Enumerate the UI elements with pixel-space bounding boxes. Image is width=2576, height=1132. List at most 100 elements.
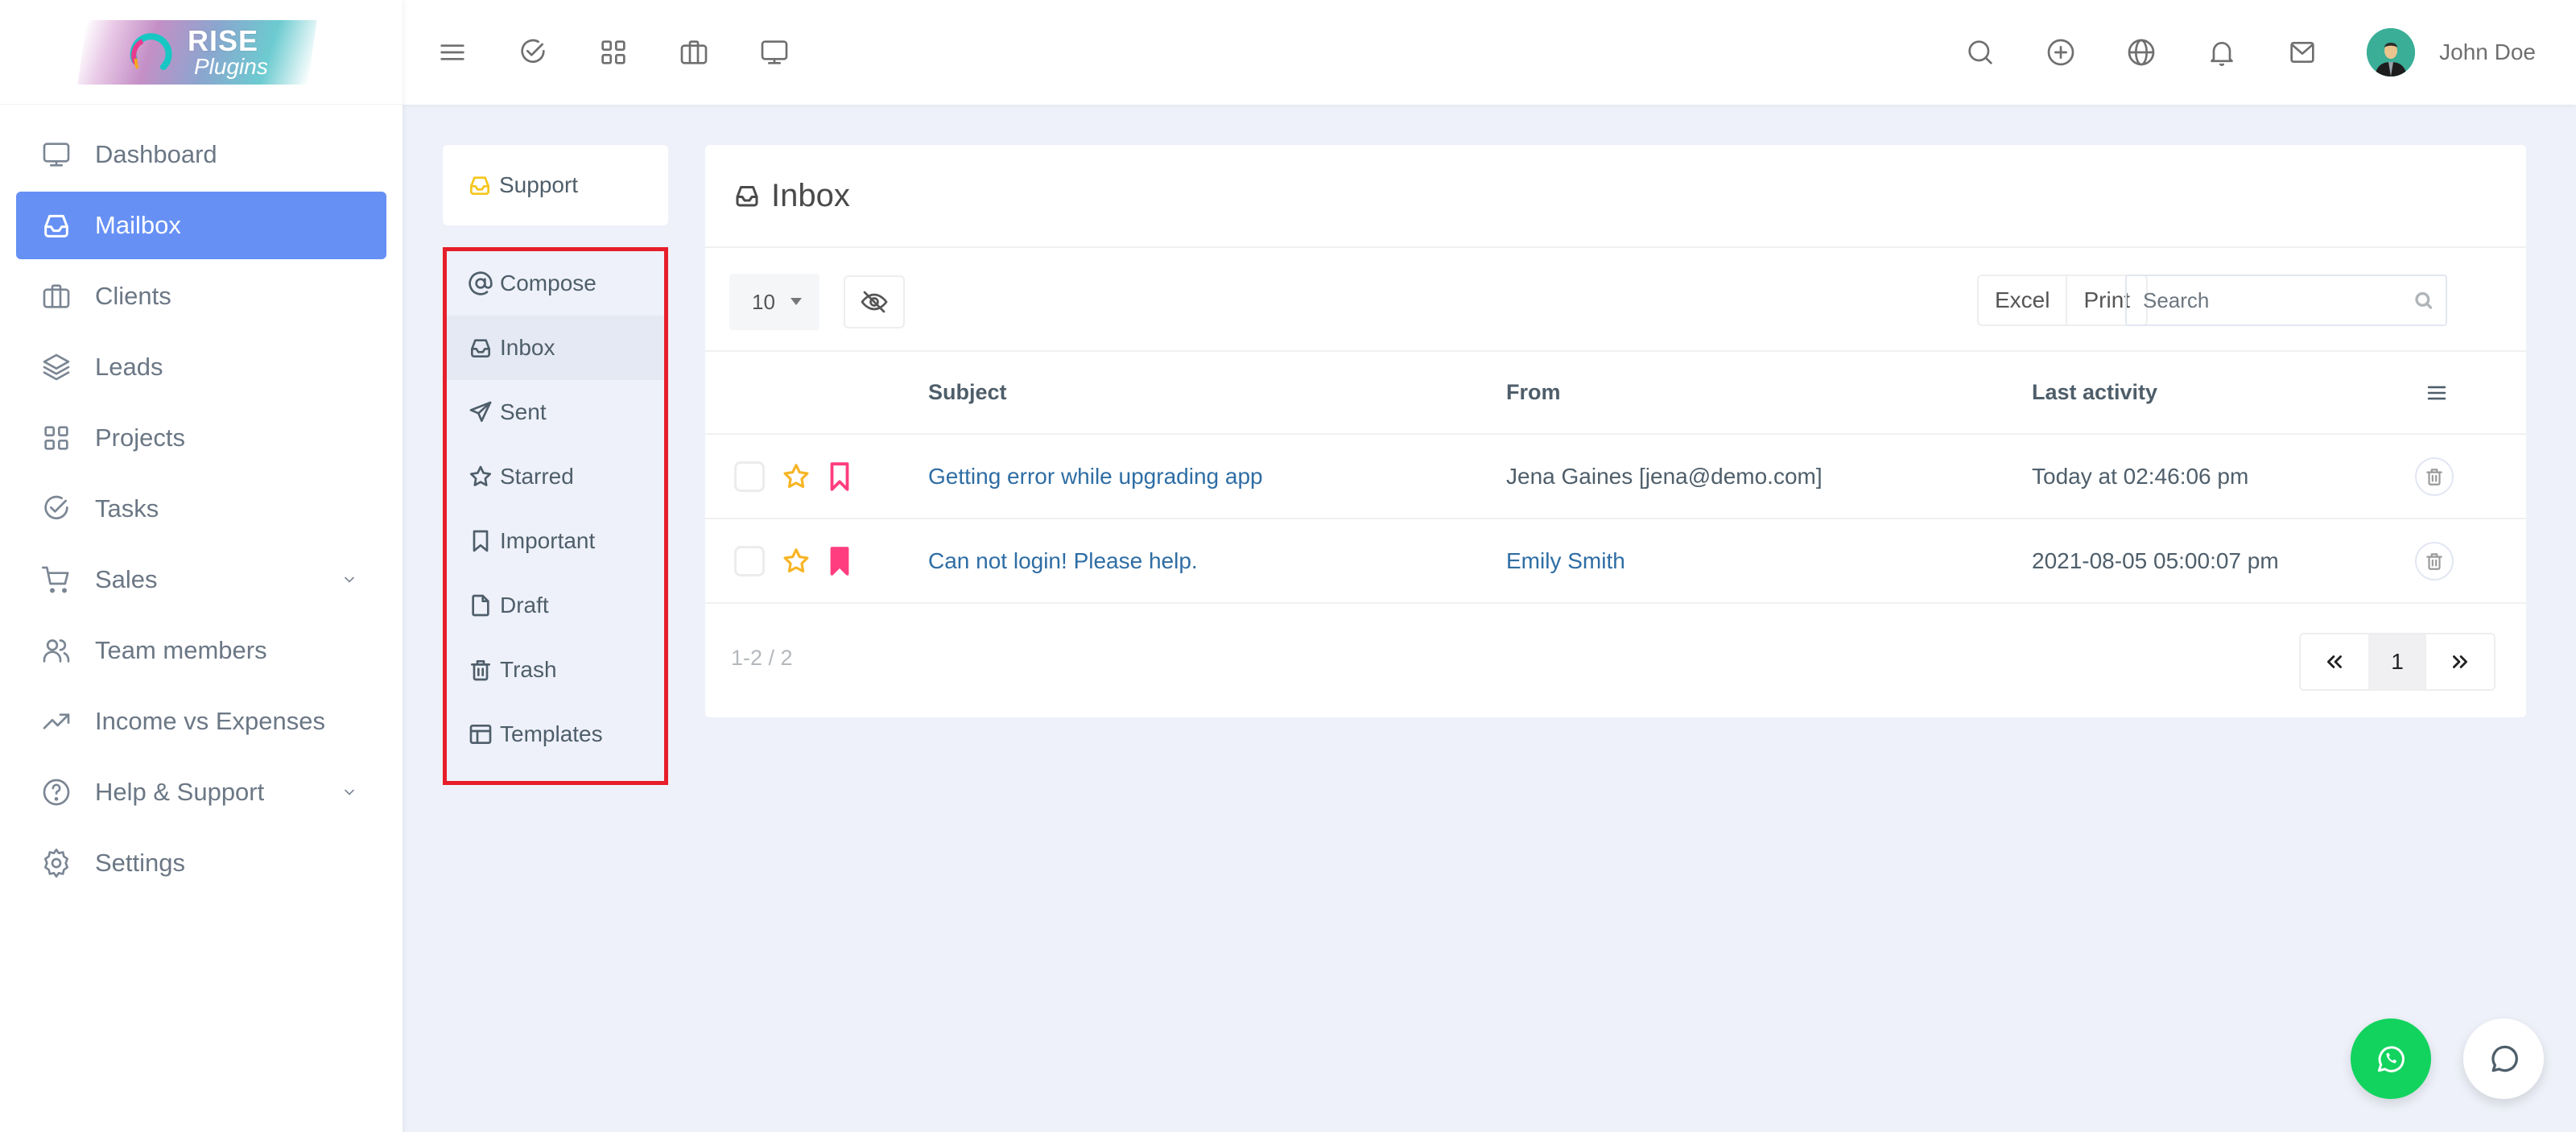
sidebar-item-clients[interactable]: Clients xyxy=(16,262,386,330)
chat-button[interactable] xyxy=(2463,1018,2544,1099)
star-icon[interactable] xyxy=(781,461,811,492)
search-box xyxy=(2125,275,2447,326)
mail-from-link[interactable]: Emily Smith xyxy=(1506,548,1625,573)
briefcase-icon[interactable] xyxy=(678,36,710,68)
bell-icon[interactable] xyxy=(2206,36,2238,68)
row-checkbox[interactable] xyxy=(734,461,765,492)
mail-icon[interactable] xyxy=(2286,36,2318,68)
sidebar-nav: Dashboard Mailbox Clients Leads Projects… xyxy=(0,105,402,897)
page-size-value: 10 xyxy=(752,289,775,314)
logo-swirl-icon xyxy=(130,32,172,70)
folder-trash[interactable]: Trash xyxy=(447,638,664,702)
sidebar-item-label: Clients xyxy=(95,282,171,310)
monitor-icon[interactable] xyxy=(758,36,791,68)
monitor-icon xyxy=(43,143,70,167)
mailbox-account[interactable]: Support xyxy=(443,145,668,225)
folder-label: Compose xyxy=(500,271,597,295)
grid-icon[interactable] xyxy=(597,36,630,68)
delete-button[interactable] xyxy=(2415,457,2454,496)
chevron-down-icon[interactable] xyxy=(341,572,357,588)
search-icon[interactable] xyxy=(1964,36,1996,68)
folder-inbox[interactable]: Inbox xyxy=(447,316,664,380)
logo-subtitle: Plugins xyxy=(194,53,268,79)
mail-from: Jena Gaines [jena@demo.com] xyxy=(1506,463,1823,489)
sidebar-item-label: Projects xyxy=(95,423,185,452)
row-checkbox[interactable] xyxy=(734,545,765,576)
layers-icon xyxy=(43,353,70,381)
sidebar-item-sales[interactable]: Sales xyxy=(16,546,386,614)
chevron-down-icon[interactable] xyxy=(341,784,357,800)
folder-sent[interactable]: Sent xyxy=(447,380,664,444)
table-row[interactable]: Can not login! Please help. Emily Smith … xyxy=(705,518,2526,604)
logo[interactable]: RISE Plugins xyxy=(77,19,317,85)
column-header-subject[interactable]: Subject xyxy=(928,352,1506,435)
mail-subject-link[interactable]: Getting error while upgrading app xyxy=(928,464,1263,489)
folder-templates[interactable]: Templates xyxy=(447,702,664,766)
folder-starred[interactable]: Starred xyxy=(447,444,664,509)
bookmark-filled-icon[interactable] xyxy=(828,546,852,576)
page-number-button[interactable]: 1 xyxy=(2368,634,2426,689)
inbox-icon xyxy=(471,339,490,357)
inbox-icon xyxy=(736,186,758,207)
folder-compose[interactable]: Compose xyxy=(447,251,664,316)
sidebar-item-settings[interactable]: Settings xyxy=(16,829,386,897)
menu-icon[interactable] xyxy=(2423,379,2450,407)
mailbox-account-label: Support xyxy=(499,172,579,197)
search-icon[interactable] xyxy=(2413,287,2434,314)
folder-label: Trash xyxy=(500,657,557,682)
sidebar-item-mailbox[interactable]: Mailbox xyxy=(16,192,386,259)
page-size-select[interactable]: 10 xyxy=(729,274,819,330)
mail-subject-link[interactable]: Can not login! Please help. xyxy=(928,548,1198,573)
file-icon xyxy=(472,594,489,617)
inbox-icon xyxy=(44,214,68,238)
sidebar-item-label: Income vs Expenses xyxy=(95,707,326,735)
trash-icon xyxy=(2426,468,2442,485)
sidebar-item-team-members[interactable]: Team members xyxy=(16,617,386,684)
logo-title: RISE xyxy=(188,23,259,57)
chevrons-left-icon xyxy=(2327,655,2342,668)
column-header-last-activity[interactable]: Last activity xyxy=(2032,352,2402,435)
star-icon[interactable] xyxy=(781,546,811,576)
bookmark-icon[interactable] xyxy=(828,461,852,492)
plus-circle-icon[interactable] xyxy=(2045,36,2077,68)
sidebar-item-income-vs-expenses[interactable]: Income vs Expenses xyxy=(16,688,386,755)
check-circle-icon[interactable] xyxy=(517,36,549,68)
sidebar: RISE Plugins Dashboard Mailbox Clients L… xyxy=(0,0,402,1132)
table-header-row: Subject From Last activity xyxy=(705,352,2526,435)
sidebar-item-projects[interactable]: Projects xyxy=(16,404,386,472)
sidebar-item-dashboard[interactable]: Dashboard xyxy=(16,121,386,188)
page-title: Inbox xyxy=(771,177,850,213)
menu-icon[interactable] xyxy=(436,36,469,68)
record-count: 1-2 / 2 xyxy=(731,646,793,670)
folder-label: Sent xyxy=(500,399,547,424)
whatsapp-button[interactable] xyxy=(2351,1018,2431,1099)
folder-label: Important xyxy=(500,528,596,553)
sidebar-item-label: Team members xyxy=(95,636,267,664)
previous-page-button[interactable] xyxy=(2301,634,2368,689)
chat-bubble-icon xyxy=(2491,1045,2518,1072)
user-name: John Doe xyxy=(2439,39,2536,64)
sidebar-item-label: Mailbox xyxy=(95,211,181,239)
caret-down-icon xyxy=(791,298,802,305)
eye-off-icon xyxy=(861,291,888,313)
folder-important[interactable]: Important xyxy=(447,509,664,573)
grid-icon xyxy=(44,426,68,450)
sidebar-item-help-support[interactable]: Help & Support xyxy=(16,758,386,826)
column-header-from[interactable]: From xyxy=(1506,352,2032,435)
delete-button[interactable] xyxy=(2415,541,2454,580)
sidebar-item-label: Dashboard xyxy=(95,140,217,168)
gear-icon xyxy=(44,849,68,878)
folder-draft[interactable]: Draft xyxy=(447,573,664,638)
search-input[interactable] xyxy=(2127,276,2413,324)
user-menu[interactable]: John Doe xyxy=(2367,28,2536,76)
table-row[interactable]: Getting error while upgrading app Jena G… xyxy=(705,434,2526,519)
sidebar-item-leads[interactable]: Leads xyxy=(16,333,386,401)
toggle-columns-button[interactable] xyxy=(844,275,905,328)
avatar xyxy=(2367,28,2416,76)
next-page-button[interactable] xyxy=(2426,634,2494,689)
folder-label: Templates xyxy=(500,721,603,746)
inbox-card: Inbox 10 Excel Print Subject From Last a… xyxy=(705,145,2526,717)
globe-icon[interactable] xyxy=(2125,36,2157,68)
sidebar-item-tasks[interactable]: Tasks xyxy=(16,475,386,543)
excel-button[interactable]: Excel xyxy=(1979,276,2066,324)
